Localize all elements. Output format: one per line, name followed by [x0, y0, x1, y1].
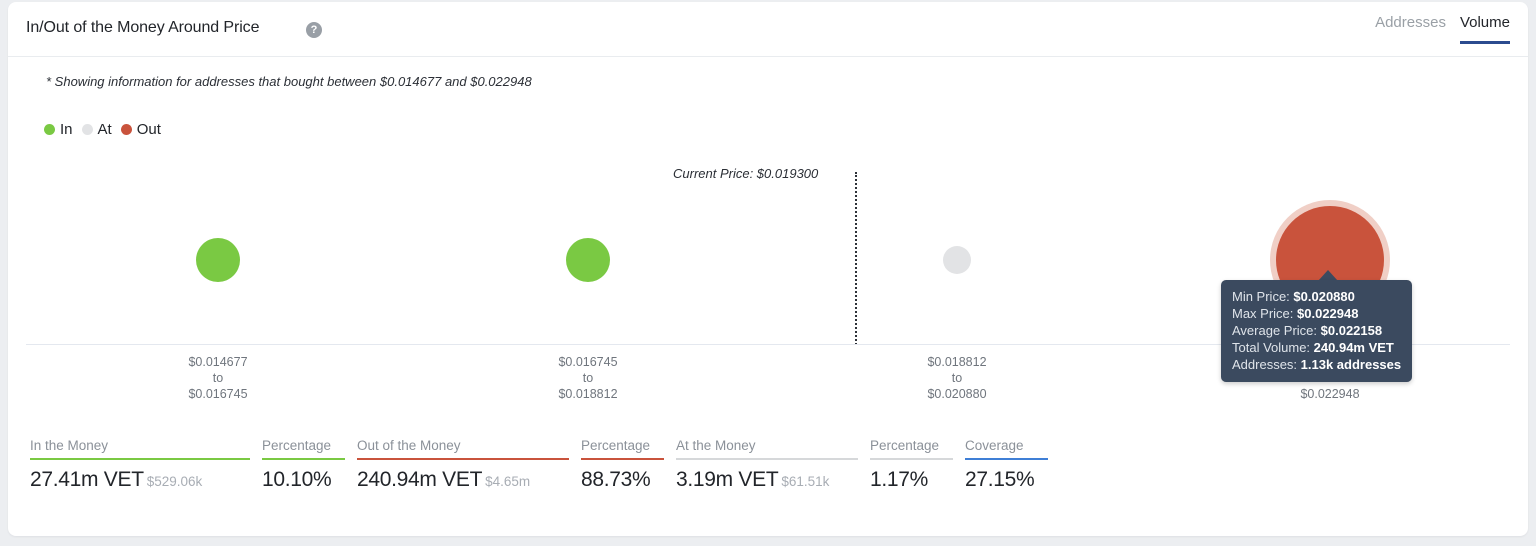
card-header: In/Out of the Money Around Price ? Addre…: [8, 2, 1528, 57]
stat-rule: [30, 458, 250, 460]
tooltip-row: Addresses: 1.13k addresses: [1232, 356, 1401, 373]
stats-row: In the Money 27.41m VET$529.06k Percentage…: [30, 438, 1060, 492]
x-axis-label-1: $0.016745to$0.018812: [558, 354, 617, 402]
stat-header: Percentage: [262, 438, 345, 458]
x-axis-label-line: $0.016745: [558, 354, 617, 370]
stat-header: In the Money: [30, 438, 250, 458]
x-axis-label-line: $0.022948: [1300, 386, 1359, 402]
bubble-in-0[interactable]: [196, 238, 240, 282]
page-title: In/Out of the Money Around Price: [26, 19, 259, 37]
stat-rule: [262, 458, 345, 460]
tooltip-value: $0.022948: [1297, 306, 1358, 321]
stat-percentage-5: Percentage 1.17%: [870, 438, 953, 492]
x-axis-label-line: to: [927, 370, 986, 386]
stat-value: 27.41m VET$529.06k: [30, 468, 250, 492]
tooltip-key: Max Price:: [1232, 306, 1297, 321]
current-price-label: Current Price: $0.019300: [673, 166, 818, 181]
bubble-at-2[interactable]: [943, 246, 971, 274]
x-axis-label-line: $0.020880: [927, 386, 986, 402]
x-axis-label-2: $0.018812to$0.020880: [927, 354, 986, 402]
tab-bar: Addresses Volume: [1375, 14, 1510, 44]
stat-header: Coverage: [965, 438, 1048, 458]
page-root: In/Out of the Money Around Price ? Addre…: [0, 0, 1536, 546]
tooltip-value: 240.94m VET: [1314, 340, 1394, 355]
x-axis-label-0: $0.014677to$0.016745: [188, 354, 247, 402]
stat-rule: [676, 458, 858, 460]
tooltip-key: Min Price:: [1232, 289, 1293, 304]
bubble-in-1[interactable]: [566, 238, 610, 282]
stat-subvalue: $61.51k: [781, 474, 829, 489]
stat-value: 88.73%: [581, 468, 664, 492]
tooltip-key: Addresses:: [1232, 357, 1301, 372]
tooltip-row: Total Volume: 240.94m VET: [1232, 339, 1401, 356]
bubble-tooltip: Min Price: $0.020880Max Price: $0.022948…: [1221, 280, 1412, 382]
tooltip-key: Total Volume:: [1232, 340, 1314, 355]
legend-item-in[interactable]: In: [44, 121, 73, 138]
tooltip-key: Average Price:: [1232, 323, 1321, 338]
tooltip-row: Min Price: $0.020880: [1232, 288, 1401, 305]
stat-value: 1.17%: [870, 468, 953, 492]
legend-label-at: At: [98, 121, 112, 138]
stat-percentage-3: Percentage 88.73%: [581, 438, 664, 492]
stat-header: At the Money: [676, 438, 858, 458]
help-circle-icon[interactable]: ?: [306, 22, 322, 38]
stat-rule: [357, 458, 569, 460]
tooltip-value: $0.022158: [1321, 323, 1382, 338]
stat-at-the-money-4: At the Money 3.19m VET$61.51k: [676, 438, 858, 492]
x-axis-label-line: $0.018812: [927, 354, 986, 370]
stat-value: 240.94m VET$4.65m: [357, 468, 569, 492]
stat-value: 27.15%: [965, 468, 1048, 492]
x-axis-label-line: $0.016745: [188, 386, 247, 402]
stat-rule: [870, 458, 953, 460]
stat-value: 10.10%: [262, 468, 345, 492]
legend-item-out[interactable]: Out: [121, 121, 161, 138]
tooltip-value: 1.13k addresses: [1301, 357, 1401, 372]
stat-subvalue: $4.65m: [485, 474, 530, 489]
legend-dot-out-icon: [121, 124, 132, 135]
tooltip-row: Max Price: $0.022948: [1232, 305, 1401, 322]
legend-item-at[interactable]: At: [82, 121, 112, 138]
stat-out-of-the-money-2: Out of the Money 240.94m VET$4.65m: [357, 438, 569, 492]
inout-money-card: In/Out of the Money Around Price ? Addre…: [8, 2, 1528, 536]
tab-addresses[interactable]: Addresses: [1375, 14, 1446, 44]
x-axis-label-line: $0.014677: [188, 354, 247, 370]
stat-header: Percentage: [870, 438, 953, 458]
tab-volume[interactable]: Volume: [1460, 14, 1510, 44]
legend-label-in: In: [60, 121, 73, 138]
tooltip-value: $0.020880: [1293, 289, 1354, 304]
legend: In At Out: [44, 121, 161, 138]
stat-subvalue: $529.06k: [147, 474, 203, 489]
tooltip-row: Average Price: $0.022158: [1232, 322, 1401, 339]
stat-header: Percentage: [581, 438, 664, 458]
stat-header: Out of the Money: [357, 438, 569, 458]
stat-rule: [581, 458, 664, 460]
legend-dot-at-icon: [82, 124, 93, 135]
stat-coverage-6: Coverage 27.15%: [965, 438, 1048, 492]
current-price-line: [855, 172, 857, 345]
legend-label-out: Out: [137, 121, 161, 138]
x-axis-label-line: $0.018812: [558, 386, 617, 402]
stat-rule: [965, 458, 1048, 460]
stat-value: 3.19m VET$61.51k: [676, 468, 858, 492]
x-axis-label-line: to: [558, 370, 617, 386]
x-axis-label-line: to: [188, 370, 247, 386]
stat-in-the-money-0: In the Money 27.41m VET$529.06k: [30, 438, 250, 492]
stat-percentage-1: Percentage 10.10%: [262, 438, 345, 492]
info-note: * Showing information for addresses that…: [46, 74, 532, 89]
legend-dot-in-icon: [44, 124, 55, 135]
